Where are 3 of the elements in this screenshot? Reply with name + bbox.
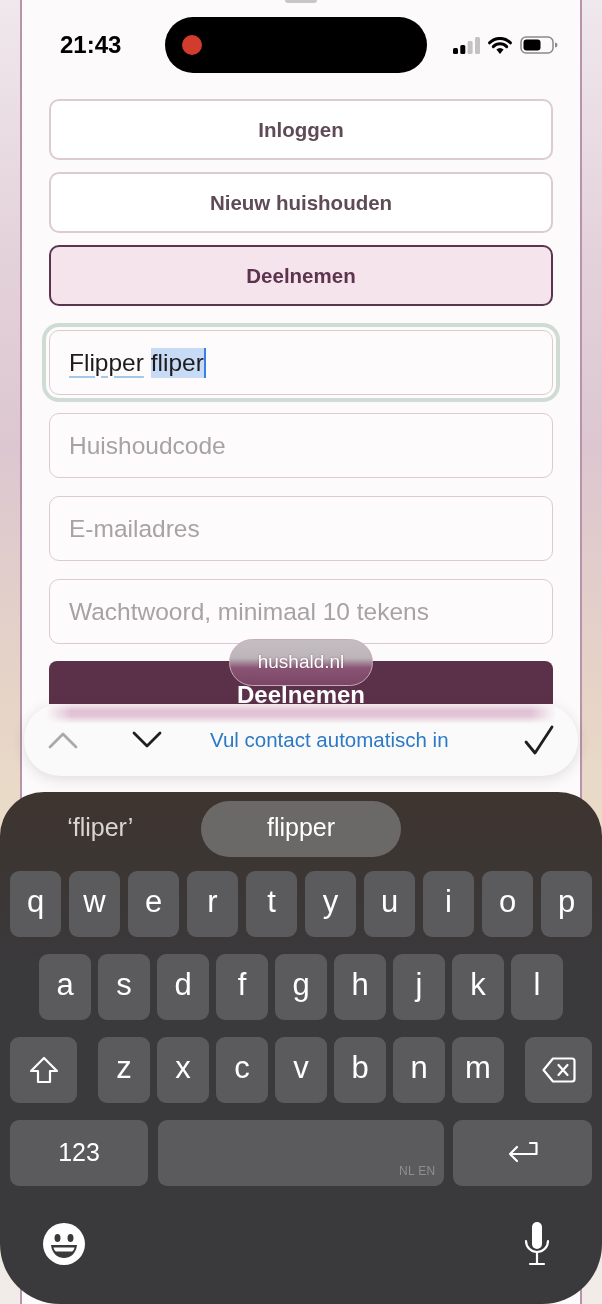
underlined-word: Flipper [69,347,144,378]
clock-time: 21:43 [60,31,122,59]
selected-text: fliper [150,347,204,378]
